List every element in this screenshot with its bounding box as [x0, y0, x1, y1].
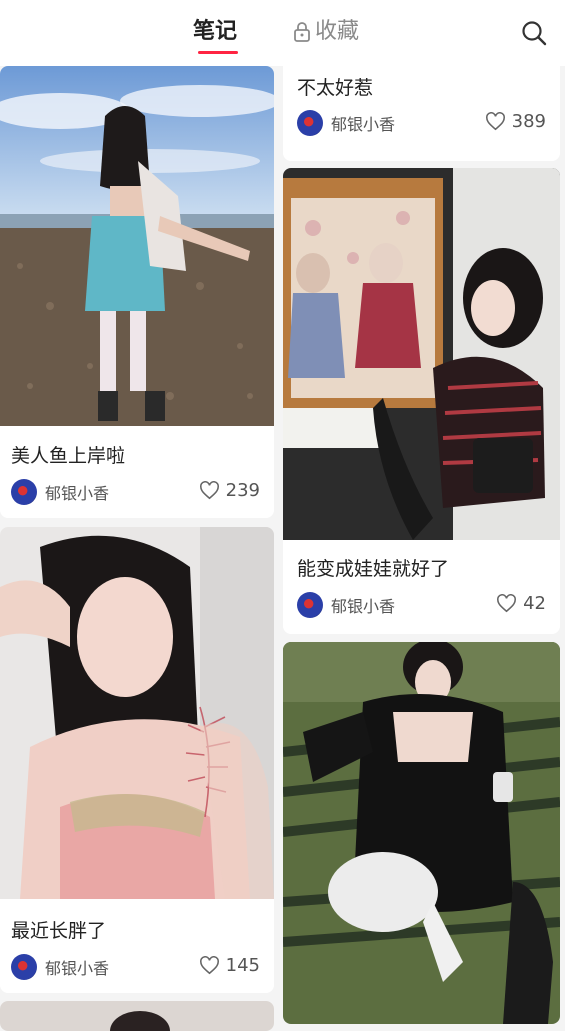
note-card[interactable]: 美人鱼上岸啦 郁银小香 239: [0, 66, 274, 518]
heart-icon: [199, 481, 219, 500]
like-count: 42: [523, 593, 546, 614]
note-title: 美人鱼上岸啦: [11, 445, 126, 467]
avatar: [297, 110, 323, 136]
note-author[interactable]: 郁银小香: [297, 110, 395, 136]
like-button[interactable]: 239: [199, 480, 260, 501]
note-title: 最近长胖了: [11, 920, 107, 942]
note-card[interactable]: [283, 642, 560, 1024]
active-tab-indicator: [198, 51, 238, 54]
lock-icon: [294, 22, 310, 42]
tab-favorites-label: 收藏: [315, 19, 360, 44]
like-count: 239: [225, 480, 260, 501]
note-cover-image: [0, 527, 274, 899]
note-author[interactable]: 郁银小香: [11, 954, 109, 980]
note-card[interactable]: [0, 1001, 274, 1031]
like-count: 389: [511, 111, 546, 132]
like-button[interactable]: 42: [496, 593, 546, 614]
note-card[interactable]: 能变成娃娃就好了 郁银小香 42: [283, 168, 560, 634]
tab-favorites[interactable]: 收藏: [293, 17, 359, 47]
note-cover-image: [0, 1001, 274, 1031]
top-bar: 笔记 收藏: [0, 0, 565, 66]
like-button[interactable]: 389: [485, 111, 546, 132]
note-cover-image: [283, 642, 560, 1024]
author-name: 郁银小香: [45, 959, 110, 978]
note-author[interactable]: 郁银小香: [297, 592, 395, 618]
like-count: 145: [225, 955, 260, 976]
author-name: 郁银小香: [331, 597, 396, 616]
author-name: 郁银小香: [331, 115, 396, 134]
tab-notes[interactable]: 笔记: [193, 17, 237, 47]
search-icon[interactable]: [521, 20, 547, 46]
note-cover-image: [283, 168, 560, 540]
heart-icon: [485, 112, 505, 131]
avatar: [11, 954, 37, 980]
author-name: 郁银小香: [45, 484, 110, 503]
heart-icon: [497, 594, 517, 613]
note-title: 不太好惹: [297, 77, 374, 99]
note-card[interactable]: 不太好惹 郁银小香 389: [283, 58, 560, 161]
note-cover-image: [0, 66, 274, 426]
heart-icon: [199, 956, 219, 975]
like-button[interactable]: 145: [199, 955, 260, 976]
avatar: [11, 479, 37, 505]
note-title: 能变成娃娃就好了: [297, 558, 450, 580]
avatar: [297, 592, 323, 618]
note-card[interactable]: 最近长胖了 郁银小香 145: [0, 527, 274, 993]
note-author[interactable]: 郁银小香: [11, 479, 109, 505]
